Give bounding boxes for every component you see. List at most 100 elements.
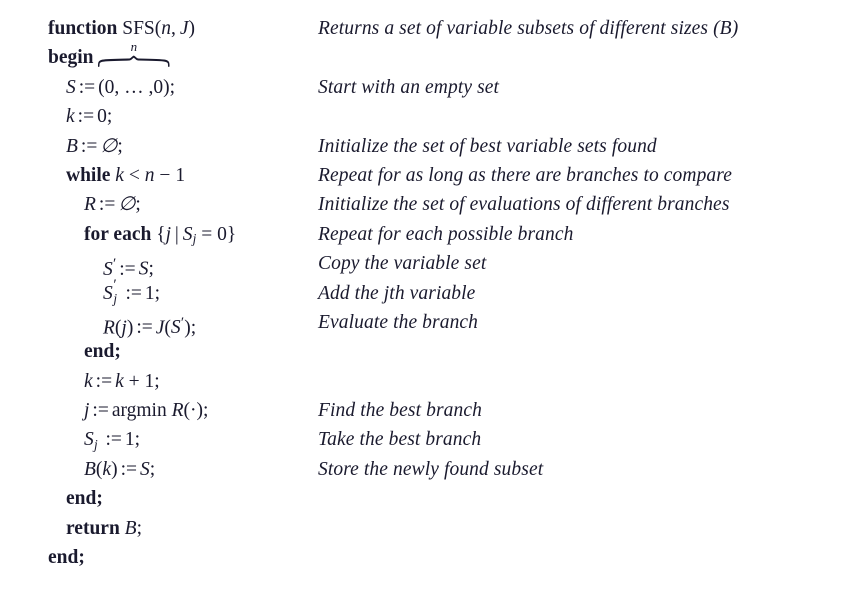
var-k: k bbox=[102, 458, 112, 480]
comma: , bbox=[171, 18, 176, 39]
algorithm-line: S ′ j := 1; Add the jth variable bbox=[0, 276, 841, 308]
literal-zero: 0 bbox=[217, 223, 227, 245]
algorithm-line: end; bbox=[0, 337, 841, 366]
keyword-return: return bbox=[66, 517, 120, 539]
code-store: B(k):= S; bbox=[0, 455, 155, 484]
code-set-sj: S ′ j := 1; bbox=[0, 276, 160, 308]
keyword-end: end; bbox=[84, 341, 121, 363]
code-end-foreach: end; bbox=[0, 337, 121, 366]
algorithm-line: end; bbox=[0, 484, 841, 513]
var-R: R bbox=[171, 400, 184, 422]
var-R: R bbox=[84, 194, 96, 216]
algorithm-line: k:= k + 1; bbox=[0, 367, 841, 396]
assign-operator: := bbox=[119, 258, 136, 280]
overbrace-icon bbox=[98, 55, 170, 67]
subscript-j: j bbox=[93, 437, 98, 453]
assign-operator: := bbox=[120, 458, 137, 480]
literal-one: 1 bbox=[175, 164, 186, 186]
zero-first: 0 bbox=[104, 76, 115, 98]
semicolon: ; bbox=[190, 317, 197, 339]
comment-init-s: Start with an empty set bbox=[318, 76, 500, 98]
var-S: S bbox=[84, 429, 94, 451]
assign-operator: := bbox=[80, 135, 98, 157]
ellipsis: , … , bbox=[114, 76, 154, 98]
comment-copy-s: Copy the variable set bbox=[318, 253, 487, 275]
comment-argmin: Find the best branch bbox=[318, 400, 482, 422]
function-name: SFS bbox=[122, 18, 155, 39]
equals-operator: = bbox=[201, 223, 213, 245]
literal-one: 1 bbox=[124, 429, 135, 451]
var-S-prime-sub-j: S ′ j bbox=[103, 276, 117, 306]
var-k: k bbox=[84, 370, 93, 392]
paren-close: ) bbox=[111, 458, 118, 480]
var-B: B bbox=[124, 517, 137, 539]
brace-close: } bbox=[226, 223, 237, 245]
literal-one: 1 bbox=[144, 282, 155, 304]
brace-open: { bbox=[156, 223, 166, 245]
overbrace-label: n bbox=[130, 38, 138, 54]
var-k: k bbox=[115, 164, 124, 186]
algorithm-line: end; bbox=[0, 543, 841, 572]
comment-while: Repeat for as long as there are branches… bbox=[318, 164, 732, 186]
paren-close: ) bbox=[163, 76, 170, 98]
assign-operator: := bbox=[136, 317, 153, 339]
semicolon: ; bbox=[106, 106, 113, 128]
code-init-b: B:= ∅; bbox=[0, 132, 123, 161]
code-begin: begin bbox=[0, 43, 94, 72]
keyword-end: end; bbox=[48, 547, 85, 569]
emptyset-symbol: ∅ bbox=[100, 135, 118, 157]
assign-operator: := bbox=[95, 370, 113, 392]
code-argmin: j:= argmin R(·); bbox=[0, 396, 208, 425]
algorithm-line: return B; bbox=[0, 514, 841, 543]
var-R: R bbox=[103, 317, 115, 339]
assign-operator: := bbox=[98, 194, 116, 216]
var-S: S bbox=[66, 76, 76, 98]
keyword-function: function bbox=[48, 18, 118, 39]
var-k: k bbox=[115, 370, 124, 392]
semicolon: ; bbox=[169, 76, 176, 98]
algorithm-line: Sj := 1; Take the best branch bbox=[0, 425, 841, 454]
comment-init-r: Initialize the set of evaluations of dif… bbox=[318, 194, 730, 216]
var-S: S bbox=[103, 282, 113, 304]
semicolon: ; bbox=[203, 400, 209, 422]
var-k: k bbox=[66, 106, 75, 128]
subscript-j: j bbox=[192, 231, 197, 247]
var-S: S bbox=[140, 458, 150, 480]
semicolon: ; bbox=[149, 458, 156, 480]
zero-last: 0 bbox=[153, 76, 164, 98]
algorithm-line: R(j):= J(S′); Evaluate the branch bbox=[0, 308, 841, 339]
algorithm-listing: function SFS(n, J) Returns a set of vari… bbox=[0, 0, 841, 590]
comment-set-sj: Add the jth variable bbox=[318, 282, 476, 304]
less-than-operator: < bbox=[128, 164, 140, 186]
paren-close: ) bbox=[188, 18, 195, 39]
code-init-k: k:= 0; bbox=[0, 102, 112, 131]
var-S-prime: S′ bbox=[171, 314, 184, 338]
algorithm-line: B:= ∅; Initialize the set of best variabl… bbox=[0, 132, 841, 161]
var-n: n bbox=[144, 164, 155, 186]
emptyset-symbol: ∅ bbox=[118, 194, 136, 216]
algorithm-line: S:= n (0, … ,0); Start with an empty set bbox=[0, 40, 841, 102]
semicolon: ; bbox=[154, 370, 160, 392]
algorithm-line: for each {j | Sj = 0} Repeat for each po… bbox=[0, 220, 841, 249]
var-B: B bbox=[84, 458, 96, 480]
comment-eval: Evaluate the branch bbox=[318, 311, 479, 333]
set-bar: | bbox=[174, 223, 179, 245]
semicolon: ; bbox=[117, 135, 123, 157]
algorithm-line: B(k):= S; Store the newly found subset bbox=[0, 455, 841, 484]
assign-operator: := bbox=[78, 76, 96, 98]
literal-one: 1 bbox=[144, 370, 155, 392]
code-end-while: end; bbox=[0, 484, 103, 513]
code-init-s: S:= n (0, … ,0); bbox=[0, 40, 176, 102]
var-B: B bbox=[66, 135, 78, 157]
code-return: return B; bbox=[0, 514, 142, 543]
operator-argmin: argmin bbox=[111, 400, 167, 422]
algorithm-line: while k < n − 1 Repeat for as long as th… bbox=[0, 161, 841, 190]
plus-operator: + bbox=[128, 370, 140, 392]
literal-zero: 0 bbox=[97, 106, 107, 128]
var-j: j bbox=[165, 223, 171, 245]
algorithm-line: S′:= S; Copy the variable set bbox=[0, 249, 841, 280]
var-S: S bbox=[138, 258, 149, 280]
var-S-sub-j: Sj bbox=[183, 224, 197, 247]
semicolon: ; bbox=[136, 517, 143, 539]
code-end-function: end; bbox=[0, 543, 85, 572]
